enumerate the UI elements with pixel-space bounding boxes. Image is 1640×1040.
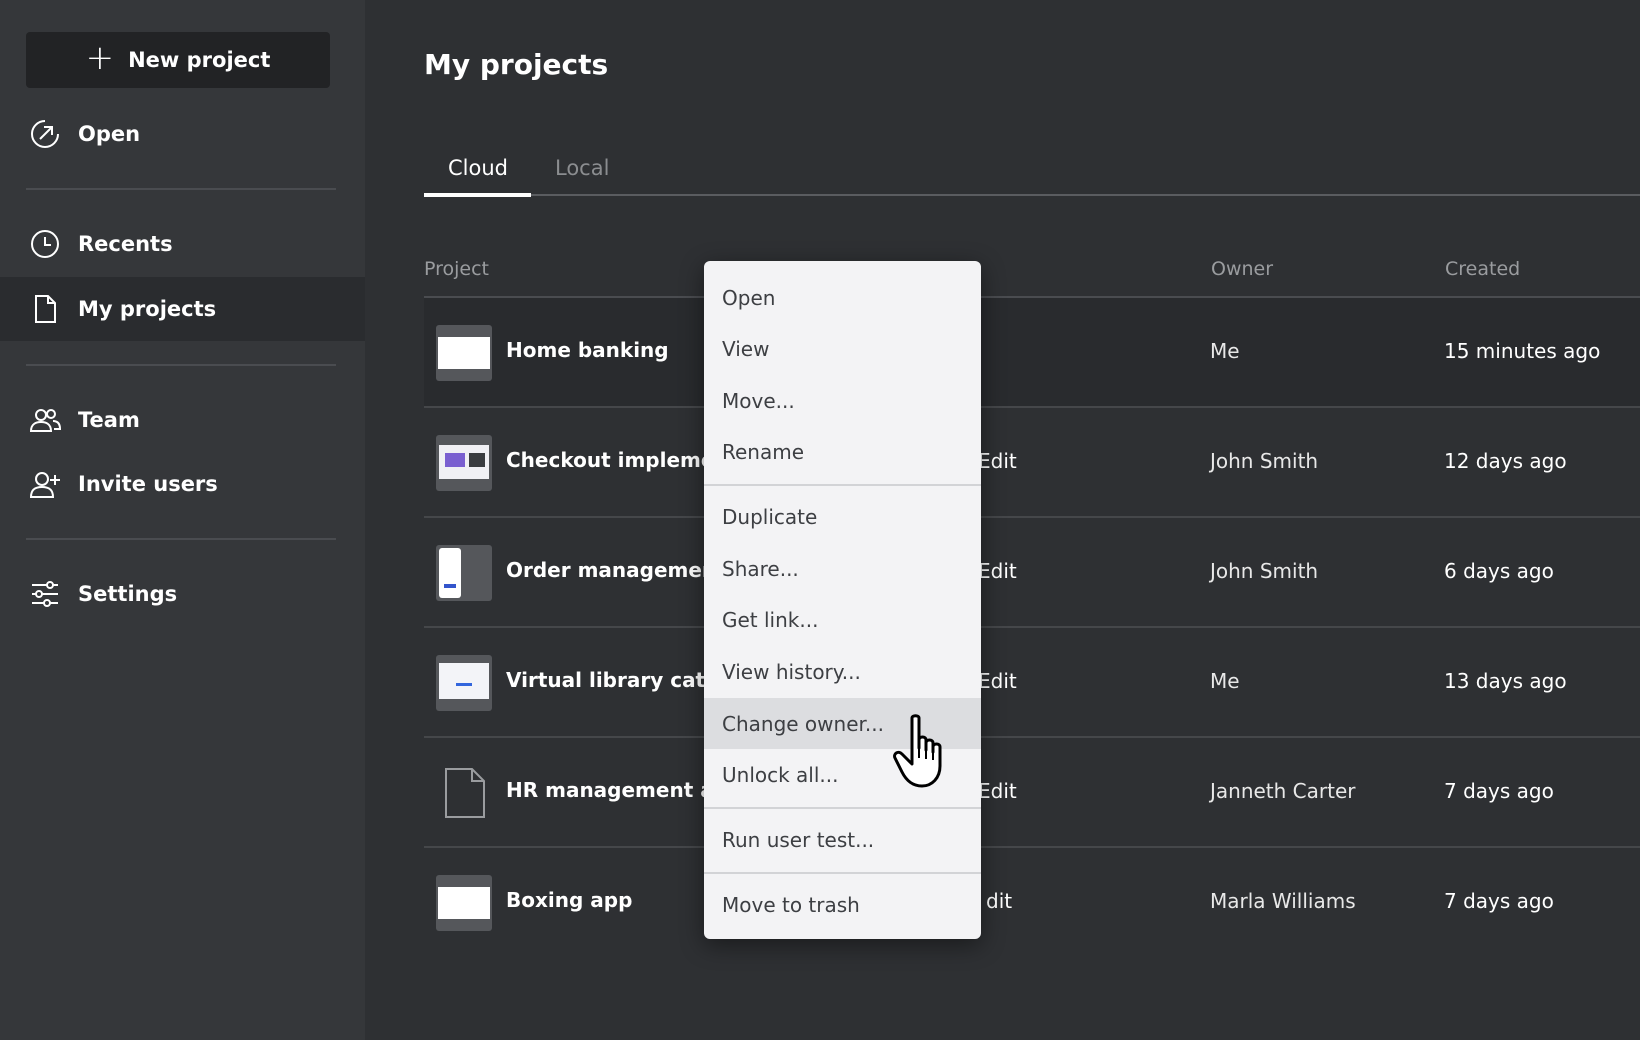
project-thumbnail xyxy=(436,875,492,931)
menu-item-view[interactable]: View xyxy=(704,323,981,374)
table-row[interactable]: Virtual library catalo Edit Me 13 days a… xyxy=(424,628,1640,738)
menu-item-rename[interactable]: Rename xyxy=(704,426,981,477)
plus-icon: + xyxy=(85,38,115,78)
sidebar-item-recents[interactable]: Recents xyxy=(0,212,365,276)
project-owner: John Smith xyxy=(1210,449,1319,473)
project-thumbnail xyxy=(436,435,492,491)
project-name: Checkout implemen xyxy=(506,448,729,472)
new-project-button[interactable]: + New project xyxy=(26,32,330,88)
active-tab-indicator xyxy=(424,193,531,197)
project-owner: Janneth Carter xyxy=(1210,779,1356,803)
project-access: dit xyxy=(986,889,1013,913)
menu-item-share[interactable]: Share... xyxy=(704,543,981,594)
sidebar-item-invite-users[interactable]: Invite users xyxy=(0,452,365,516)
tab-label: Cloud xyxy=(448,156,508,180)
context-menu: Open View Move... Rename Duplicate Share… xyxy=(704,261,981,939)
sidebar-item-label: Open xyxy=(78,122,141,146)
sliders-icon xyxy=(28,577,62,611)
table-row[interactable]: Checkout implemen Edit John Smith 12 day… xyxy=(424,408,1640,518)
menu-separator xyxy=(704,807,981,809)
menu-item-duplicate[interactable]: Duplicate xyxy=(704,491,981,542)
table-row[interactable]: HR management ap Edit Janneth Carter 7 d… xyxy=(424,738,1640,848)
column-header-project[interactable]: Project xyxy=(424,258,489,280)
sidebar-item-label: Settings xyxy=(78,582,178,606)
project-access: Edit xyxy=(978,669,1017,693)
page-title: My projects xyxy=(424,48,609,81)
project-owner: Marla Williams xyxy=(1210,889,1356,913)
clock-icon xyxy=(28,227,62,261)
project-access: Edit xyxy=(978,559,1017,583)
project-owner: John Smith xyxy=(1210,559,1319,583)
project-created: 15 minutes ago xyxy=(1444,339,1601,363)
new-project-label: New project xyxy=(128,48,271,72)
project-name: Order management xyxy=(506,558,726,582)
project-created: 6 days ago xyxy=(1444,559,1554,583)
table-row[interactable]: Boxing app dit Marla Williams 7 days ago xyxy=(424,848,1640,958)
file-icon xyxy=(436,765,492,821)
invite-user-icon xyxy=(28,467,62,501)
sidebar: + New project Open Recents My projects T… xyxy=(0,0,365,1040)
column-header-owner[interactable]: Owner xyxy=(1211,258,1273,280)
menu-item-run-user-test[interactable]: Run user test... xyxy=(704,814,981,865)
project-access: Edit xyxy=(978,449,1017,473)
team-icon xyxy=(28,403,62,437)
sidebar-divider xyxy=(26,538,336,540)
sidebar-item-label: My projects xyxy=(78,297,217,321)
sidebar-item-settings[interactable]: Settings xyxy=(0,562,365,626)
menu-item-open[interactable]: Open xyxy=(704,272,981,323)
menu-item-move[interactable]: Move... xyxy=(704,375,981,426)
tab-label: Local xyxy=(555,156,610,180)
sidebar-divider xyxy=(26,364,336,366)
project-owner: Me xyxy=(1210,339,1240,363)
project-created: 7 days ago xyxy=(1444,889,1554,913)
tab-cloud[interactable]: Cloud xyxy=(448,156,508,180)
tab-local[interactable]: Local xyxy=(555,156,609,180)
menu-separator xyxy=(704,484,981,486)
table-row[interactable]: Order management Edit John Smith 6 days … xyxy=(424,518,1640,628)
project-created: 12 days ago xyxy=(1444,449,1567,473)
menu-item-move-to-trash[interactable]: Move to trash xyxy=(704,879,981,930)
project-name: HR management ap xyxy=(506,778,729,802)
sidebar-item-label: Team xyxy=(78,408,140,432)
project-thumbnail xyxy=(436,325,492,381)
table-row[interactable]: Home banking Me 15 minutes ago xyxy=(424,298,1640,408)
sidebar-divider xyxy=(26,188,336,190)
sidebar-item-team[interactable]: Team xyxy=(0,388,365,452)
menu-item-get-link[interactable]: Get link... xyxy=(704,594,981,645)
menu-item-view-history[interactable]: View history... xyxy=(704,646,981,697)
project-name: Boxing app xyxy=(506,888,633,912)
sidebar-item-label: Invite users xyxy=(78,472,218,496)
menu-separator xyxy=(704,872,981,874)
project-created: 13 days ago xyxy=(1444,669,1567,693)
sidebar-item-label: Recents xyxy=(78,232,173,256)
project-access: Edit xyxy=(978,779,1017,803)
menu-item-unlock-all[interactable]: Unlock all... xyxy=(704,749,981,800)
project-owner: Me xyxy=(1210,669,1240,693)
project-thumbnail xyxy=(436,655,492,711)
sidebar-item-my-projects[interactable]: My projects xyxy=(0,277,365,341)
menu-item-change-owner[interactable]: Change owner... xyxy=(704,698,981,749)
tab-bar: Cloud Local xyxy=(424,150,1640,197)
project-thumbnail xyxy=(436,545,492,601)
sidebar-item-open[interactable]: Open xyxy=(0,102,365,166)
column-header-created[interactable]: Created xyxy=(1445,258,1520,280)
project-created: 7 days ago xyxy=(1444,779,1554,803)
document-icon xyxy=(28,292,62,326)
project-name: Home banking xyxy=(506,338,669,362)
open-icon xyxy=(28,117,62,151)
